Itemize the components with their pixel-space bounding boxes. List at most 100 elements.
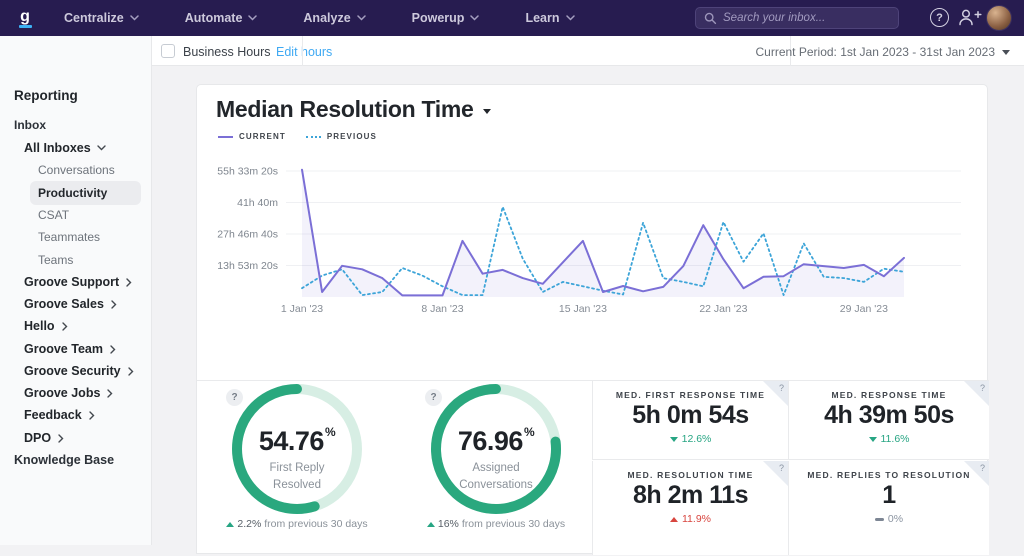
nav-item-label: Automate	[185, 11, 243, 25]
assigned-conversations-stat: 76.96% Assigned Conversations	[416, 425, 576, 493]
nav-item-powerup[interactable]: Powerup	[412, 11, 480, 25]
stat-label: First Reply Resolved	[217, 460, 377, 493]
corner-fold	[964, 461, 989, 486]
add-user-icon[interactable]	[958, 8, 982, 26]
sidebar-item-teammates[interactable]: Teammates	[38, 230, 100, 244]
metric-card-med-response-time: ? MED. RESPONSE TIME 4h 39m 50s 11.6%	[788, 380, 989, 460]
corner-fold	[964, 381, 989, 406]
chevron-down-icon	[357, 15, 366, 21]
sidebar-item-groove-security[interactable]: Groove Security	[24, 364, 134, 378]
nav-menu: Centralize Automate Analyze Powerup Lear…	[64, 11, 575, 25]
chevron-down-icon	[130, 15, 139, 21]
metric-card-med-first-response-time: ? MED. FIRST RESPONSE TIME 5h 0m 54s 12.…	[592, 380, 788, 460]
sidebar-item-feedback[interactable]: Feedback	[24, 408, 95, 422]
sidebar-title: Reporting	[14, 88, 78, 103]
sidebar-item-teams[interactable]: Teams	[38, 253, 73, 267]
sidebar-item-productivity-selected[interactable]: Productivity	[30, 181, 141, 205]
metric-label: MED. REPLIES TO RESOLUTION	[807, 470, 970, 480]
delta-assigned-conversations: 16% from previous 30 days	[406, 518, 586, 530]
metric-value: 1	[882, 481, 895, 510]
current-period-selector[interactable]: Current Period: 1st Jan 2023 - 31st Jan …	[756, 45, 1011, 59]
metric-card-med-replies-to-resolution: ? MED. REPLIES TO RESOLUTION 1 0%	[788, 461, 989, 555]
metric-card-med-resolution-time: ? MED. RESOLUTION TIME 8h 2m 11s 11.9%	[592, 461, 788, 555]
help-icon[interactable]: ?	[980, 463, 985, 473]
current-line-swatch	[218, 136, 233, 138]
business-hours-checkbox[interactable]	[161, 44, 175, 58]
nav-item-learn[interactable]: Learn	[525, 11, 574, 25]
sidebar-item-dpo[interactable]: DPO	[24, 431, 64, 445]
delta-value: 0%	[888, 513, 903, 525]
metric-label: MED. FIRST RESPONSE TIME	[616, 390, 765, 400]
current-period-label: Current Period:	[756, 45, 837, 59]
sidebar-item-all-inboxes[interactable]: All Inboxes	[24, 141, 106, 155]
inbox-search[interactable]	[695, 7, 899, 29]
trend-flat-icon	[875, 518, 884, 521]
svg-text:22 Jan '23: 22 Jan '23	[699, 303, 747, 315]
delta-value: 16%	[438, 518, 459, 530]
nav-item-label: Powerup	[412, 11, 465, 25]
metric-value: 8h 2m 11s	[633, 481, 748, 510]
sidebar-item-inbox[interactable]: Inbox	[14, 118, 46, 132]
groove-logo-underline	[19, 25, 32, 28]
report-type-selector[interactable]: Median Resolution Time	[216, 96, 491, 123]
search-icon	[704, 12, 717, 25]
chevron-down-icon	[1002, 50, 1010, 55]
sidebar-item-label: Hello	[24, 319, 55, 333]
sidebar-item-hello[interactable]: Hello	[24, 319, 68, 333]
nav-item-label: Analyze	[303, 11, 350, 25]
first-reply-resolved-stat: 54.76% First Reply Resolved	[217, 425, 377, 493]
sidebar-item-groove-team[interactable]: Groove Team	[24, 342, 116, 356]
help-icon[interactable]: ?	[980, 383, 985, 393]
current-period-value: 1st Jan 2023 - 31st Jan 2023	[840, 45, 995, 59]
help-icon[interactable]: ?	[779, 463, 784, 473]
nav-item-automate[interactable]: Automate	[185, 11, 258, 25]
chevron-down-icon	[248, 15, 257, 21]
groove-logo[interactable]: g	[13, 9, 37, 28]
help-icon[interactable]: ?	[930, 8, 949, 27]
sidebar-item-groove-jobs[interactable]: Groove Jobs	[24, 386, 113, 400]
report-toolbar: Business Hours Edit hours Current Period…	[152, 36, 1024, 66]
chevron-right-icon	[58, 434, 64, 443]
svg-text:27h 46m 40s: 27h 46m 40s	[217, 229, 278, 241]
svg-text:41h 40m: 41h 40m	[237, 197, 278, 209]
chevron-down-icon	[566, 15, 575, 21]
sidebar-item-groove-support[interactable]: Groove Support	[24, 275, 132, 289]
chevron-down-icon	[470, 15, 479, 21]
svg-text:1 Jan '23: 1 Jan '23	[281, 303, 323, 315]
delta-suffix: from previous 30 days	[462, 518, 565, 530]
sidebar-item-label: All Inboxes	[24, 141, 91, 155]
nav-item-analyze[interactable]: Analyze	[303, 11, 365, 25]
nav-item-centralize[interactable]: Centralize	[64, 11, 139, 25]
sidebar-item-label: Groove Security	[24, 364, 121, 378]
edit-hours-link[interactable]: Edit hours	[276, 45, 332, 59]
help-icon[interactable]: ?	[226, 389, 243, 406]
corner-fold	[763, 381, 788, 406]
sidebar-item-knowledge-base[interactable]: Knowledge Base	[14, 453, 114, 467]
trend-up-icon	[226, 522, 234, 527]
trend-down-icon	[869, 437, 877, 442]
legend-item-previous[interactable]: PREVIOUS	[306, 132, 377, 141]
toolbar-divider	[302, 36, 303, 66]
legend-item-current[interactable]: CURRENT	[218, 132, 286, 141]
sidebar-item-csat[interactable]: CSAT	[38, 208, 69, 222]
metric-delta: 12.6%	[670, 433, 712, 445]
help-icon[interactable]: ?	[779, 383, 784, 393]
sidebar-item-groove-sales[interactable]: Groove Sales	[24, 297, 117, 311]
search-input[interactable]	[723, 12, 890, 24]
sidebar-item-label: Groove Team	[24, 342, 103, 356]
sidebar-item-label: DPO	[24, 431, 51, 445]
chevron-right-icon	[111, 300, 117, 309]
help-glyph: ?	[430, 392, 436, 403]
donut-metrics-cell: ? ? 54.76% First Reply Resolved 76.96% A…	[197, 380, 592, 555]
sidebar-item-label: Groove Support	[24, 275, 119, 289]
help-glyph: ?	[936, 12, 943, 24]
report-panel: Median Resolution Time CURRENT PREVIOUS …	[196, 84, 988, 554]
metric-delta: 11.6%	[869, 433, 910, 445]
help-icon[interactable]: ?	[425, 389, 442, 406]
nav-item-label: Learn	[525, 11, 559, 25]
median-resolution-time-chart: 13h 53m 20s27h 46m 40s41h 40m55h 33m 20s…	[197, 85, 989, 379]
sidebar-item-conversations[interactable]: Conversations	[38, 163, 115, 177]
user-avatar[interactable]	[986, 5, 1012, 31]
chevron-right-icon	[128, 367, 134, 376]
trend-down-icon	[670, 437, 678, 442]
